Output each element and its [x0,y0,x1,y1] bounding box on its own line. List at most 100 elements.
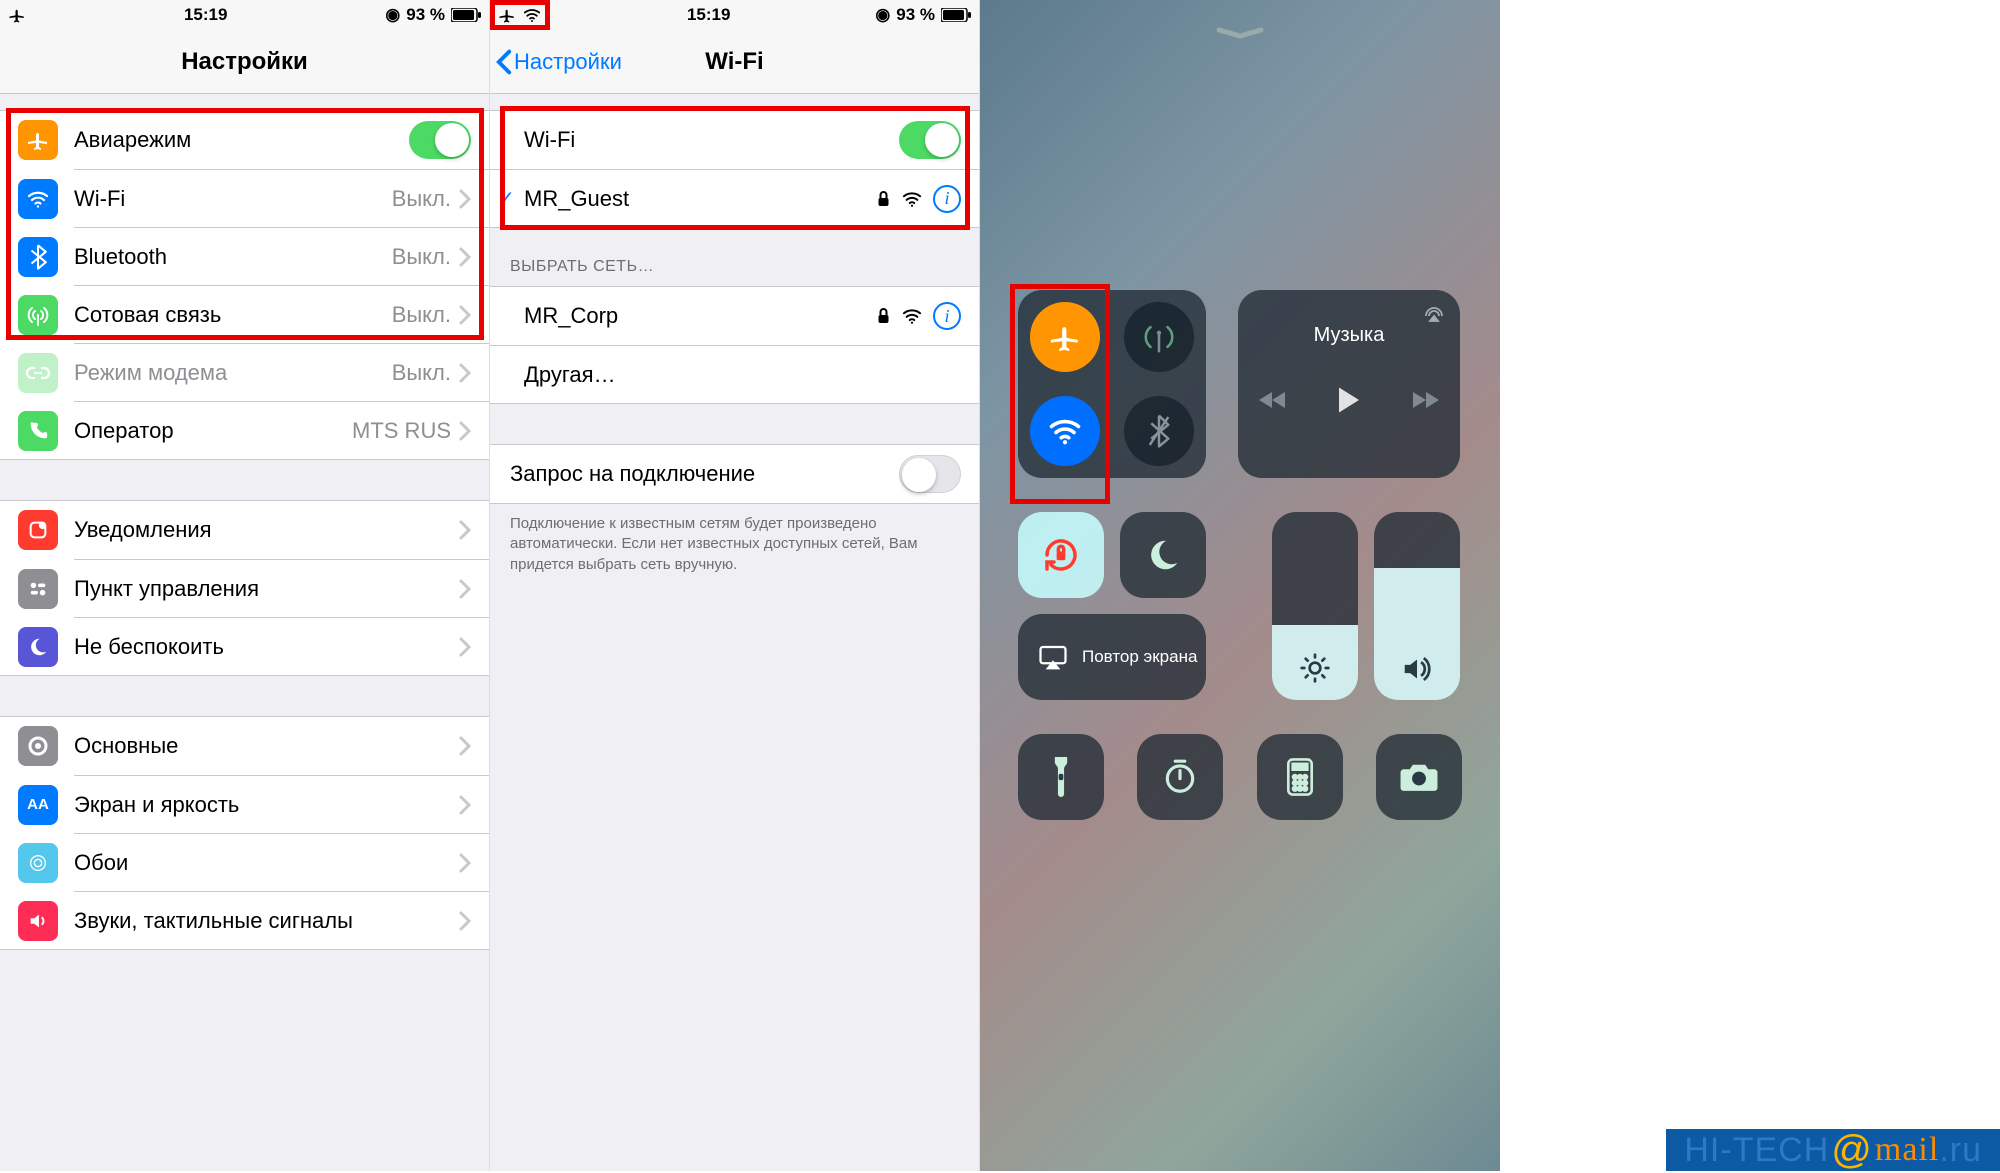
back-button[interactable]: Настройки [496,49,622,75]
cc-airplane-button[interactable] [1030,302,1100,372]
play-icon[interactable] [1335,385,1363,415]
row-dnd[interactable]: Не беспокоить [74,617,489,675]
status-bar: 15:19 ◉ 93 % [0,0,489,30]
watermark: HI-TECH @ mail .ru [1666,1129,2000,1171]
chevron-right-icon [459,911,471,931]
battery-icon [451,8,481,22]
cc-dnd-button[interactable] [1120,512,1206,598]
row-connected-network[interactable]: ✓ MR_Guest i [490,169,979,227]
row-label: Оператор [74,418,352,444]
info-button[interactable]: i [933,185,961,213]
row-carrier[interactable]: Оператор MTS RUS [74,401,489,459]
airplane-icon [498,6,516,24]
row-control-center[interactable]: Пункт управления [74,559,489,617]
row-bluetooth[interactable]: Bluetooth Выкл. [74,227,489,285]
row-detail: Выкл. [392,302,451,328]
screen-control-center: Музыка [980,0,1500,1171]
check-icon: ✓ [498,186,515,211]
row-network[interactable]: MR_Corp i [490,287,979,345]
row-detail: Выкл. [392,244,451,270]
status-battery-pct: 93 % [406,5,445,25]
cc-timer-button[interactable] [1137,734,1223,820]
status-lock-icon: ◉ [385,5,400,25]
lock-icon [876,307,891,325]
row-other-network[interactable]: Другая… [490,345,979,403]
row-label: Wi-Fi [524,127,899,153]
row-label: Звуки, тактильные сигналы [74,908,459,934]
row-airplane[interactable]: Авиарежим [0,111,489,169]
row-wifi[interactable]: Wi-Fi Выкл. [74,169,489,227]
row-label: Основные [74,733,459,759]
wifi-icon [26,187,50,211]
toggle-airplane[interactable] [409,121,471,159]
toggle-wifi[interactable] [899,121,961,159]
antenna-icon [26,303,50,327]
prev-icon[interactable] [1257,389,1287,411]
watermark-text: mail [1875,1131,1939,1169]
bluetooth-icon [27,244,49,270]
row-display[interactable]: AA Экран и яркость [74,775,489,833]
row-detail: MTS RUS [352,418,451,444]
cc-screen-mirror-button[interactable]: Повтор экрана [1018,614,1206,700]
screen-wifi: 15:19 ◉ 93 % Настройки Wi-Fi Wi-Fi ✓ MR_… [490,0,980,1171]
airplane-icon [26,128,50,152]
network-name: MR_Corp [524,303,876,329]
lock-icon [876,190,891,208]
airplane-icon [1048,320,1082,354]
display-icon: AA [27,796,49,813]
chevron-right-icon [459,520,471,540]
chevron-right-icon [459,363,471,383]
connectivity-tile[interactable] [1018,290,1206,478]
status-battery-pct: 93 % [896,5,935,25]
row-notifications[interactable]: Уведомления [0,501,489,559]
back-label: Настройки [514,49,622,75]
at-icon: @ [1831,1128,1873,1173]
network-name: MR_Guest [524,186,876,212]
row-label: Экран и яркость [74,792,459,818]
timer-icon [1161,758,1199,796]
section-header: ВЫБРАТЬ СЕТЬ… [490,228,979,286]
rotation-lock-icon [1040,534,1082,576]
cc-wifi-button[interactable] [1030,396,1100,466]
cc-volume-slider[interactable] [1374,512,1460,700]
row-cellular[interactable]: Сотовая связь Выкл. [74,285,489,343]
cc-camera-button[interactable] [1376,734,1462,820]
chevron-left-icon [496,49,512,75]
page-title: Настройки [181,48,308,76]
cc-bluetooth-button[interactable] [1124,396,1194,466]
cc-cellular-button[interactable] [1124,302,1194,372]
row-wallpaper[interactable]: Обои [74,833,489,891]
cc-rotation-lock-button[interactable] [1018,512,1104,598]
page-title: Wi-Fi [705,48,763,76]
row-label: Обои [74,850,459,876]
chevron-right-icon [459,853,471,873]
info-button[interactable]: i [933,302,961,330]
navbar: Настройки [0,30,489,94]
row-sounds[interactable]: Звуки, тактильные сигналы [74,891,489,949]
camera-icon [1399,761,1439,793]
gear-icon [26,734,50,758]
status-time: 15:19 [184,5,227,25]
cc-brightness-slider[interactable] [1272,512,1358,700]
chevron-right-icon [459,637,471,657]
row-label: Уведомления [74,517,459,543]
next-icon[interactable] [1411,389,1441,411]
cc-torch-button[interactable] [1018,734,1104,820]
wifi-icon [522,7,542,23]
row-wifi-toggle[interactable]: Wi-Fi [490,111,979,169]
notifications-icon [27,519,49,541]
row-label: Режим модема [74,360,392,386]
control-center-icon [27,578,49,600]
row-ask-to-join[interactable]: Запрос на подключение [490,445,979,503]
wifi-signal-icon [901,307,923,325]
speaker-icon [27,910,49,932]
row-label: Запрос на подключение [510,461,899,487]
toggle-ask-to-join[interactable] [899,455,961,493]
battery-icon [941,8,971,22]
row-general[interactable]: Основные [0,717,489,775]
chevron-right-icon [459,421,471,441]
speaker-icon [1400,654,1434,684]
cc-calculator-button[interactable] [1257,734,1343,820]
grab-handle[interactable] [1215,26,1265,34]
music-tile[interactable]: Музыка [1238,290,1460,478]
